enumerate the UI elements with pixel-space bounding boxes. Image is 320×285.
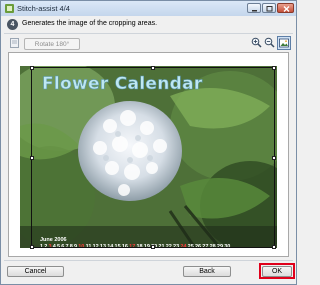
fit-to-window-button[interactable] <box>277 36 291 50</box>
crop-handle-top[interactable] <box>151 66 155 70</box>
page-icon <box>10 38 19 48</box>
zoom-in-icon[interactable] <box>251 37 262 48</box>
divider <box>4 33 293 34</box>
close-icon <box>283 6 290 12</box>
crop-handle-top-left[interactable] <box>30 66 34 70</box>
cancel-button[interactable]: Cancel <box>7 266 64 277</box>
crop-handle-bottom-right[interactable] <box>272 245 276 249</box>
title-bar[interactable]: Stitch-assist 4/4 <box>1 1 296 16</box>
crop-handle-bottom-left[interactable] <box>30 245 34 249</box>
step-instruction: Generates the image of the cropping area… <box>22 20 158 27</box>
maximize-icon <box>266 6 273 12</box>
crop-handle-right[interactable] <box>272 156 276 160</box>
close-button[interactable] <box>277 3 294 13</box>
crop-handle-left[interactable] <box>30 156 34 160</box>
divider <box>4 260 293 261</box>
rotate-180-button[interactable]: Rotate 180° <box>24 38 80 50</box>
stitch-assist-window: Stitch-assist 4/4 4 Generates the image … <box>0 0 297 285</box>
crop-handle-bottom[interactable] <box>151 245 155 249</box>
zoom-out-icon[interactable] <box>264 37 275 48</box>
maximize-button[interactable] <box>262 3 276 13</box>
back-button[interactable]: Back <box>183 266 231 277</box>
crop-frame[interactable] <box>30 66 276 249</box>
app-icon <box>5 4 14 13</box>
preview-area: Flower Calendar June 2006 1 2 3 4 5 6 7 8 9 10 11 1… <box>8 52 289 257</box>
ok-highlight-callout <box>259 263 295 279</box>
fit-to-window-icon <box>279 38 289 48</box>
crop-handle-top-right[interactable] <box>272 66 276 70</box>
minimize-icon <box>252 10 257 12</box>
step-number-badge: 4 <box>7 19 18 30</box>
window-title: Stitch-assist 4/4 <box>17 4 70 13</box>
minimize-button[interactable] <box>247 3 261 13</box>
